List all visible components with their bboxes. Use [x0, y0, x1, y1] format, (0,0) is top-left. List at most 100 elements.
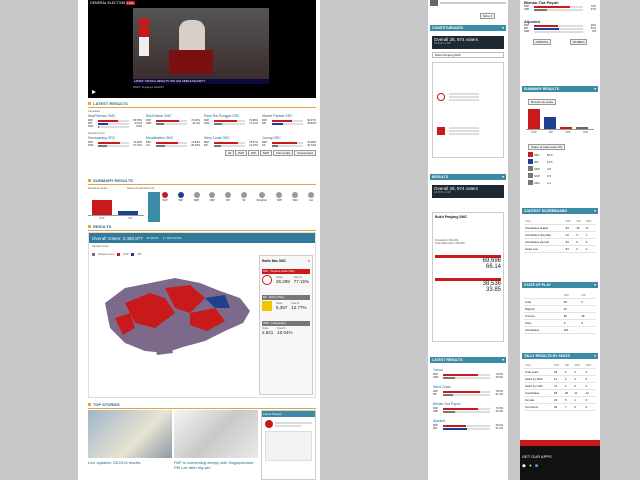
- table-row: Candidates 181: [524, 326, 596, 334]
- mid-more-button[interactable]: More ▾: [480, 13, 496, 19]
- share-party-column[interactable]: SDP: [193, 192, 200, 202]
- legend: Sample Count PAP WP: [92, 253, 142, 256]
- close-icon[interactable]: ×: [308, 258, 310, 263]
- table-cell: Incumbent: [524, 403, 554, 411]
- windows-icon[interactable]: ■: [535, 463, 538, 469]
- party-logo-icon: [528, 180, 533, 185]
- constituency-name[interactable]: Jurong GRC: [262, 136, 316, 140]
- table-cell: Party: [524, 319, 563, 327]
- women-button[interactable]: WOMEN: [569, 39, 588, 45]
- seats-label: Results by seats: [88, 187, 108, 190]
- party-short: SF: [242, 199, 246, 202]
- constituency-name[interactable]: West Coast GRC: [204, 136, 258, 140]
- story-2-title[interactable]: PAP is connecting deeply with Singaporea…: [174, 460, 258, 470]
- constituency-result[interactable]: Bishan-Toa Payoh PAP 73.6% SPP 26.4%: [433, 402, 503, 413]
- constituency-name[interactable]: Sembawang GRC: [88, 136, 142, 140]
- party-name: SF: [262, 144, 266, 147]
- constituency-result[interactable]: Pasir Ris-Punggol GRC PAP 72.89% SDA 27.11%: [204, 114, 258, 128]
- constituency-result[interactable]: Mountbatten SMC PAP 71.84% Ind 28.16%: [146, 136, 200, 147]
- results-tab[interactable]: SDP: [259, 150, 272, 156]
- results-tab[interactable]: Scoreboard: [294, 150, 316, 156]
- vote-bar: [214, 119, 245, 122]
- results-tab[interactable]: WP: [247, 150, 259, 156]
- share-party-column[interactable]: SingFirst: [257, 192, 267, 202]
- video-header-title: GENERAL ELECTION: [90, 1, 126, 5]
- apple-icon[interactable]: ◆: [522, 463, 526, 469]
- party-logo-icon: [258, 192, 265, 198]
- constituency-result[interactable]: Marine Parade GRC PAP 64.07% WP 35.93%: [262, 114, 316, 128]
- chevron-down-icon[interactable]: ▾: [594, 209, 596, 213]
- results-by-select[interactable]: Results by seats: [528, 99, 557, 105]
- constituency-name[interactable]: Bishan-Toa Payoh: [433, 402, 503, 406]
- table-row: Candidates (Female) 20 5 1: [524, 231, 596, 239]
- constituency-result[interactable]: Bukit Batok SMC PAP 73.02% SDP 26.4%: [146, 114, 200, 128]
- party-logo-icon: [177, 192, 184, 198]
- party-short: RP: [226, 199, 230, 202]
- table-cell: Total seats: [524, 368, 554, 376]
- seats-bar-pap: [92, 200, 112, 215]
- vote-bar: [534, 30, 583, 33]
- detail-name: Radin Mas SMC: [262, 258, 286, 263]
- constituency-result[interactable]: MacPherson SMC PAP 65.58% WP 33.6% NSP 0.8%: [88, 114, 142, 128]
- vote-bar-fill: [156, 141, 179, 144]
- share-party-column[interactable]: WP: [177, 192, 184, 202]
- table-row: Total seats 83 6 0 0: [524, 368, 596, 376]
- share-party-column[interactable]: Ind: [307, 192, 314, 202]
- chevron-down-icon[interactable]: ▾: [502, 358, 504, 362]
- share-select[interactable]: Share of total votes (%): [528, 144, 566, 150]
- party-name: PAP: [534, 152, 540, 157]
- chevron-down-icon[interactable]: ▾: [502, 175, 504, 179]
- story-card-1[interactable]: Live updates: GE2015 results: [88, 410, 172, 480]
- singapore-map[interactable]: [95, 263, 255, 363]
- table-cell: 0: [584, 368, 596, 376]
- constituency-result[interactable]: West Coast GRC PAP 78.57% RP 21.43%: [204, 136, 258, 147]
- table-cell: 0: [584, 403, 596, 411]
- constituency-name[interactable]: West Coast: [433, 385, 503, 389]
- results-tab[interactable]: PAP: [235, 150, 247, 156]
- table-cell: 0: [584, 375, 596, 383]
- table-cell: 20: [564, 231, 576, 239]
- result-card-title: Bukit Panjang SMC: [435, 215, 468, 219]
- constituency-result[interactable]: Yuhua PAP 73.5% SDP 26.5%: [433, 368, 503, 379]
- constituency-result[interactable]: Aljunied PAP 49.0% WP 51.0%: [433, 419, 503, 430]
- constituency-name[interactable]: Bukit Batok SMC: [146, 114, 200, 118]
- chevron-down-icon[interactable]: ▾: [502, 26, 504, 30]
- story-card-2[interactable]: PAP is connecting deeply with Singaporea…: [174, 410, 258, 480]
- story-1-title[interactable]: Live updates: GE2015 results: [88, 460, 172, 465]
- table-cell: 46: [562, 305, 581, 313]
- chevron-down-icon[interactable]: ▾: [594, 283, 596, 287]
- right-bar-label: SDP: [565, 131, 571, 134]
- share-party-column[interactable]: PAP: [162, 192, 168, 202]
- share-party-column[interactable]: SDA: [292, 192, 299, 202]
- constituency-select[interactable]: Bukit Panjang SMC: [432, 52, 504, 58]
- share-party-column[interactable]: NSP: [209, 192, 216, 202]
- chevron-down-icon[interactable]: ▾: [594, 354, 596, 358]
- vote-bar-fill: [443, 376, 456, 379]
- share-party-column[interactable]: SF: [240, 192, 247, 202]
- constituency-result[interactable]: Jurong GRC PAP 79.28% SF 20.72%: [262, 136, 316, 147]
- constituency-name[interactable]: Pasir Ris-Punggol GRC: [204, 114, 258, 118]
- constituency-name[interactable]: Yuhua: [433, 368, 503, 372]
- results-tab[interactable]: All: [224, 150, 235, 156]
- latest-results-title: LATEST RESULTS: [93, 101, 128, 106]
- constituency-result[interactable]: Sembawang GRC PAP 72.28% NSP 27.72%: [88, 136, 142, 147]
- share-party-column[interactable]: SPP: [276, 192, 283, 202]
- constituency-result[interactable]: West Coast PAP 78.6% RP 21.4%: [433, 385, 503, 396]
- results-tab[interactable]: Full results: [272, 150, 294, 156]
- constituency-name[interactable]: Marine Parade GRC: [262, 114, 316, 118]
- constituency-name[interactable]: Mountbatten SMC: [146, 136, 200, 140]
- normal-button[interactable]: NORMAL: [532, 39, 552, 45]
- top-stories-section: TOP STORIES: [88, 402, 316, 409]
- share-party-column[interactable]: RP: [225, 192, 231, 202]
- constituency-name[interactable]: Aljunied: [433, 419, 503, 423]
- right-top: Bishan-Toa Payoh PAP 73% SPP 27% Aljunied P…: [524, 0, 596, 45]
- video-player[interactable]: GENERAL ELECTION LIVE LATEST: OFFICIAL R…: [88, 0, 316, 98]
- chevron-down-icon[interactable]: ▾: [594, 87, 596, 91]
- share-row: SDA 2.1: [528, 180, 594, 185]
- play-icon[interactable]: [92, 90, 96, 94]
- table-row: Female 20 5 1 0: [524, 396, 596, 404]
- vote-bar-fill: [98, 119, 119, 122]
- constituency-name[interactable]: MacPherson SMC: [88, 114, 142, 118]
- android-icon[interactable]: ●: [529, 463, 532, 469]
- mid-latest-list: Yuhua PAP 73.5% SDP 26.5% West Coast PAP 78.6% R…: [433, 368, 503, 436]
